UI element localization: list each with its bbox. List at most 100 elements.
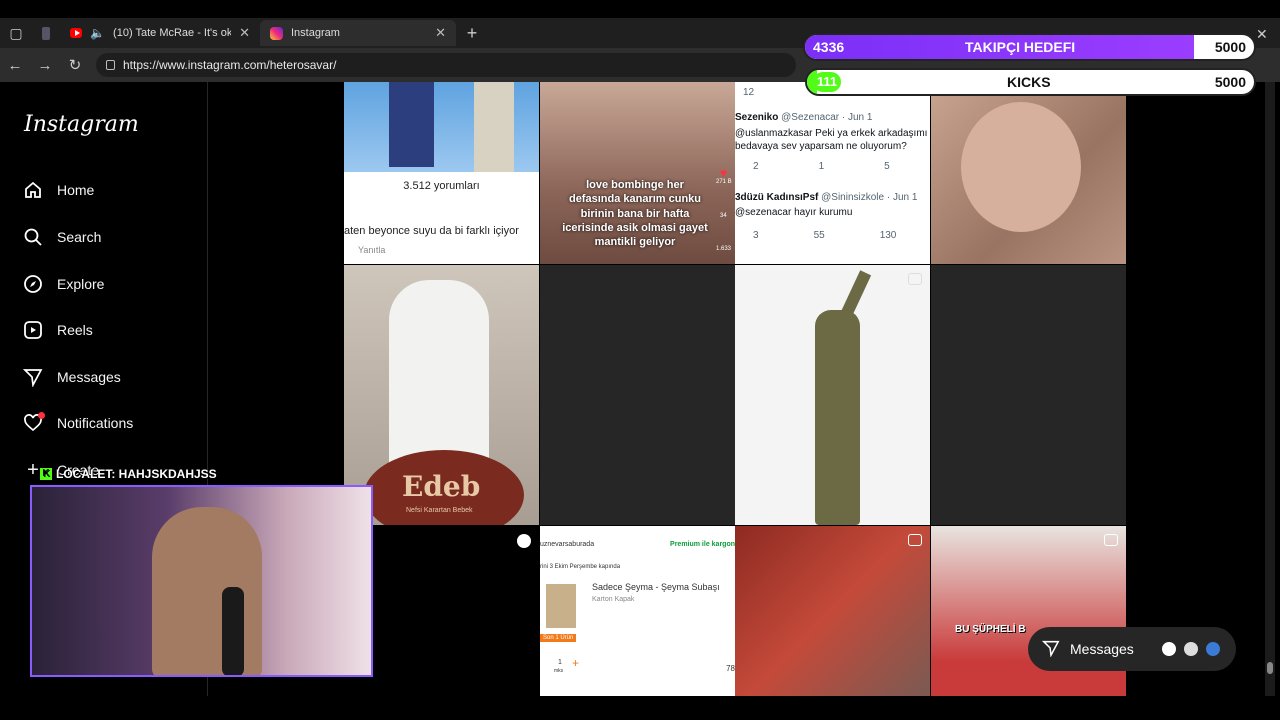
tweet-2: 3düzü KadınsıPsf @Sininsizkole · Jun 1 @… — [735, 192, 930, 241]
tab-instagram[interactable]: Instagram ✕ — [260, 20, 456, 46]
sidebar-item-explore[interactable]: Explore — [23, 274, 104, 294]
sidebar-item-search[interactable]: Search — [23, 227, 101, 247]
messages-label: Messages — [1070, 641, 1134, 657]
tweet-stats: 3 55 130 — [735, 230, 930, 241]
streamer-figure — [152, 507, 262, 675]
stat-value: 1 — [818, 161, 825, 172]
close-icon[interactable]: ✕ — [1256, 26, 1268, 43]
sidebar-item-messages[interactable]: Messages — [23, 367, 121, 387]
heart-icon: ♥ — [720, 166, 728, 180]
seller-name: uznevarsaburada — [540, 541, 595, 548]
sidebar-item-reels[interactable]: Reels — [23, 320, 93, 340]
post-tile[interactable] — [344, 526, 539, 696]
reply-link[interactable]: Yanıtla — [358, 245, 385, 255]
goal-current: 111 — [813, 72, 841, 92]
tower-image — [474, 82, 514, 172]
kick-icon: K — [40, 468, 52, 480]
compass-icon — [23, 274, 43, 294]
plus-icon[interactable]: + — [572, 656, 579, 670]
post-tile[interactable] — [540, 265, 735, 525]
post-tile[interactable] — [931, 82, 1126, 264]
scroll-thumb[interactable] — [1267, 662, 1273, 674]
tweet-handle: @Sezenacar · Jun 1 — [781, 112, 873, 123]
sidebar-item-label: Explore — [57, 276, 105, 292]
goal-current: 4336 — [813, 39, 845, 55]
messenger-icon — [23, 367, 43, 387]
stat-value: 3 — [753, 230, 759, 241]
tab-youtube[interactable]: 🔈 (10) Tate McRae - It's ok I'm ✕ — [60, 20, 260, 46]
webcam-feed — [30, 485, 373, 677]
post-tile[interactable]: Edeb Nefsi Karartan Bebek — [344, 265, 539, 525]
post-image — [961, 102, 1081, 232]
goal-label: TAKIPÇI HEDEFI — [965, 39, 1076, 55]
comments-count: 3.512 yorumları — [403, 180, 480, 192]
avatar — [1204, 640, 1222, 658]
tweet-text: @sezenacar hayır kurumu — [735, 207, 853, 218]
product-title: Sadece Şeyma - Şeyma Subaşı — [592, 582, 720, 592]
post-tile[interactable] — [735, 526, 930, 696]
follower-goal-bar: 4336 TAKIPÇI HEDEFI 5000 — [803, 33, 1256, 61]
stock-badge: Son 1 Ürün — [540, 634, 577, 642]
forward-icon[interactable]: → — [30, 57, 60, 74]
post-tile[interactable]: 12 156 Sezeniko @Sezenacar · Jun 1 @usla… — [735, 82, 930, 264]
url-field[interactable]: https://www.instagram.com/heterosavar/ — [96, 53, 796, 77]
page-scrollbar[interactable] — [1265, 82, 1275, 696]
close-icon[interactable]: ✕ — [435, 25, 446, 41]
post-tile[interactable]: love bombinge her defasında kanarım cunk… — [540, 82, 735, 264]
post-caption: love bombinge her defasında kanarım cunk… — [562, 179, 708, 249]
post-tile[interactable] — [931, 265, 1126, 525]
sidebar-item-label: Messages — [57, 369, 121, 385]
reel-icon — [1104, 534, 1118, 546]
reel-icon — [517, 534, 531, 548]
goal-target: 5000 — [1214, 39, 1246, 55]
figure-image — [389, 82, 434, 167]
tweet-text: @uslanmazkasar Peki ya erkek arkadaşımı … — [735, 128, 928, 152]
instagram-logo[interactable]: Instagram — [24, 112, 139, 137]
shipping-label: Premium ile kargon — [670, 541, 735, 548]
reload-icon[interactable]: ↻ — [60, 56, 90, 74]
tweet-username: 3düzü KadınsıPsf — [735, 192, 819, 203]
sidebar-item-notifications[interactable]: Notifications — [23, 412, 134, 433]
book-cover — [546, 584, 576, 628]
price-value: 78 — [726, 664, 735, 673]
close-icon[interactable]: ✕ — [239, 25, 250, 41]
messenger-icon — [1041, 639, 1060, 660]
search-icon — [23, 227, 43, 247]
tweet-handle: @Sininsizkole · Jun 1 — [821, 192, 918, 203]
quantity-unit: mks — [554, 668, 564, 674]
chat-message: K LOCALET: HAHJSKDAHJSS — [40, 467, 217, 481]
messages-button[interactable]: Messages — [1028, 627, 1236, 671]
avatar — [1160, 640, 1178, 658]
tweet-1: Sezeniko @Sezenacar · Jun 1 @uslanmazkas… — [735, 112, 930, 172]
comment-count: 34 — [720, 213, 727, 219]
sidebar-item-label: Notifications — [57, 415, 134, 431]
tweet-stats: 2 1 5 — [735, 161, 930, 172]
sidebar-item-label: Search — [57, 229, 102, 245]
instagram-icon — [270, 26, 283, 40]
stat-value: 2 — [753, 161, 759, 172]
microphone — [222, 587, 244, 675]
sidebar-item-home[interactable]: Home — [23, 180, 94, 200]
notification-dot — [38, 412, 45, 419]
reels-icon — [23, 320, 43, 340]
back-icon[interactable]: ← — [0, 57, 30, 74]
goal-target: 5000 — [1214, 74, 1246, 90]
sidebar-item-label: Home — [57, 182, 95, 198]
avatar — [1182, 640, 1200, 658]
tab-actions-icon[interactable]: ▢ — [0, 18, 32, 48]
post-tile[interactable]: 3.512 yorumları aten beyonce suyu da bi … — [344, 82, 539, 264]
speaker-icon[interactable]: 🔈 — [90, 26, 105, 40]
kicks-goal-bar: 111 KICKS 5000 — [805, 68, 1256, 96]
post-tile[interactable]: uznevarsaburada Premium ile kargon rini … — [540, 526, 735, 696]
stat-value: 12 — [743, 87, 755, 98]
product-name: Edeb — [402, 470, 481, 503]
tab-favicon — [42, 26, 50, 40]
tweet-username: Sezeniko — [735, 112, 779, 123]
tab-pinned[interactable] — [32, 20, 60, 46]
stat-value: 55 — [813, 230, 825, 241]
product-subtext: Nefsi Karartan Bebek — [406, 507, 473, 514]
new-tab-button[interactable]: + — [456, 18, 488, 48]
post-tile[interactable] — [735, 265, 930, 525]
chat-text: LOCALET: HAHJSKDAHJSS — [56, 467, 217, 481]
goal-label: KICKS — [1007, 74, 1051, 90]
